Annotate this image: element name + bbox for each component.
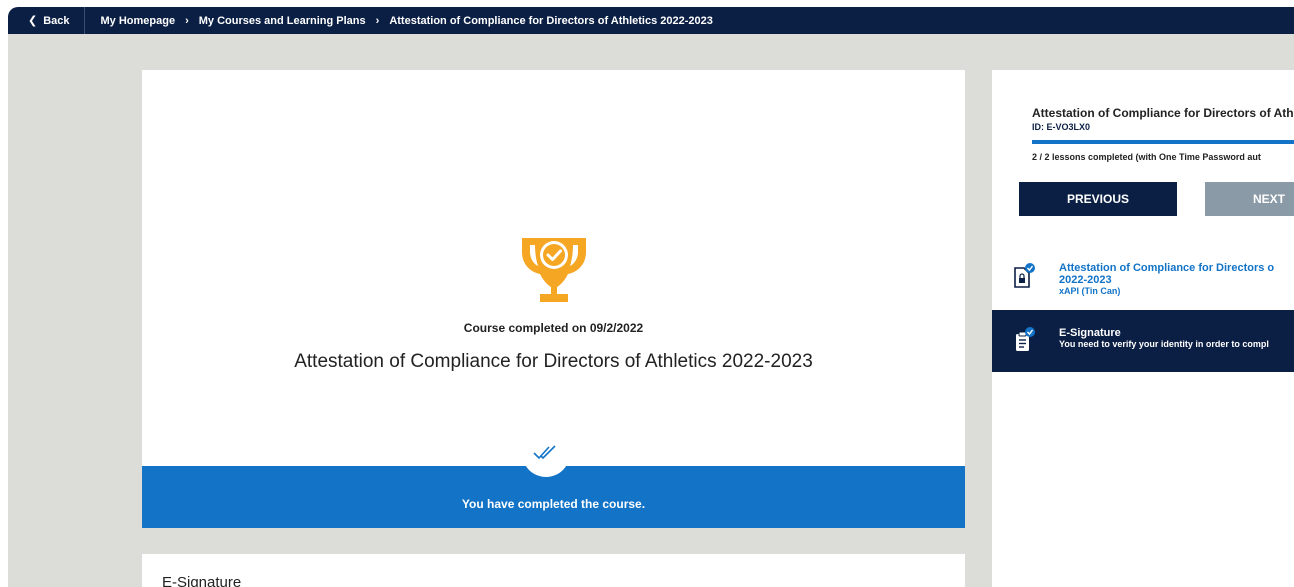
back-label: Back xyxy=(43,14,70,27)
course-completion-card: Course completed on 09/2/2022 Attestatio… xyxy=(142,70,965,528)
chevron-left-icon: ❮ xyxy=(28,15,38,27)
course-id: ID: E-VO3LX0 xyxy=(1032,122,1091,132)
document-lock-icon xyxy=(1014,263,1035,288)
lesson-title: E-Signature xyxy=(1059,327,1121,339)
top-navigation-bar: ❮ Back My Homepage › My Courses and Lear… xyxy=(8,7,1294,34)
completion-message: You have completed the course. xyxy=(461,497,646,511)
next-button[interactable]: NEXT xyxy=(1205,182,1294,216)
lessons-completed-text: 2 / 2 lessons completed (with One Time P… xyxy=(1032,152,1261,162)
course-title: Attestation of Compliance for Directors … xyxy=(294,351,813,372)
clipboard-icon xyxy=(1016,327,1035,351)
chevron-right-icon: › xyxy=(375,14,380,27)
lesson-title: Attestation of Compliance for Directors … xyxy=(1059,262,1275,274)
lesson-item-attestation[interactable]: Attestation of Compliance for Directors … xyxy=(992,253,1294,303)
trophy-icon xyxy=(522,238,586,302)
app-window: ❮ Back My Homepage › My Courses and Lear… xyxy=(8,7,1294,587)
lesson-title-cont: 2022-2023 xyxy=(1059,274,1112,286)
chevron-right-icon: › xyxy=(185,14,189,27)
esignature-heading: E-Signature xyxy=(162,574,242,587)
double-check-icon xyxy=(522,429,570,477)
completion-date: Course completed on 09/2/2022 xyxy=(463,321,644,335)
breadcrumb-current: Attestation of Compliance for Directors … xyxy=(389,14,713,27)
breadcrumb-courses[interactable]: My Courses and Learning Plans xyxy=(199,15,366,27)
breadcrumb: My Homepage › My Courses and Learning Pl… xyxy=(85,15,713,27)
course-sidebar: Attestation of Compliance for Directors … xyxy=(992,70,1294,587)
back-button[interactable]: ❮ Back xyxy=(8,7,85,34)
sidebar-course-title: Attestation of Compliance for Directors … xyxy=(1032,106,1294,120)
lesson-item-esignature[interactable]: E-Signature You need to verify your iden… xyxy=(992,310,1294,372)
previous-button[interactable]: PREVIOUS xyxy=(1019,182,1177,216)
breadcrumb-home[interactable]: My Homepage xyxy=(101,15,176,27)
lesson-type: xAPI (Tin Can) xyxy=(1059,286,1121,296)
progress-bar xyxy=(1032,140,1294,144)
esignature-section: E-Signature xyxy=(142,554,965,587)
lesson-subtitle: You need to verify your identity in orde… xyxy=(1059,339,1269,349)
